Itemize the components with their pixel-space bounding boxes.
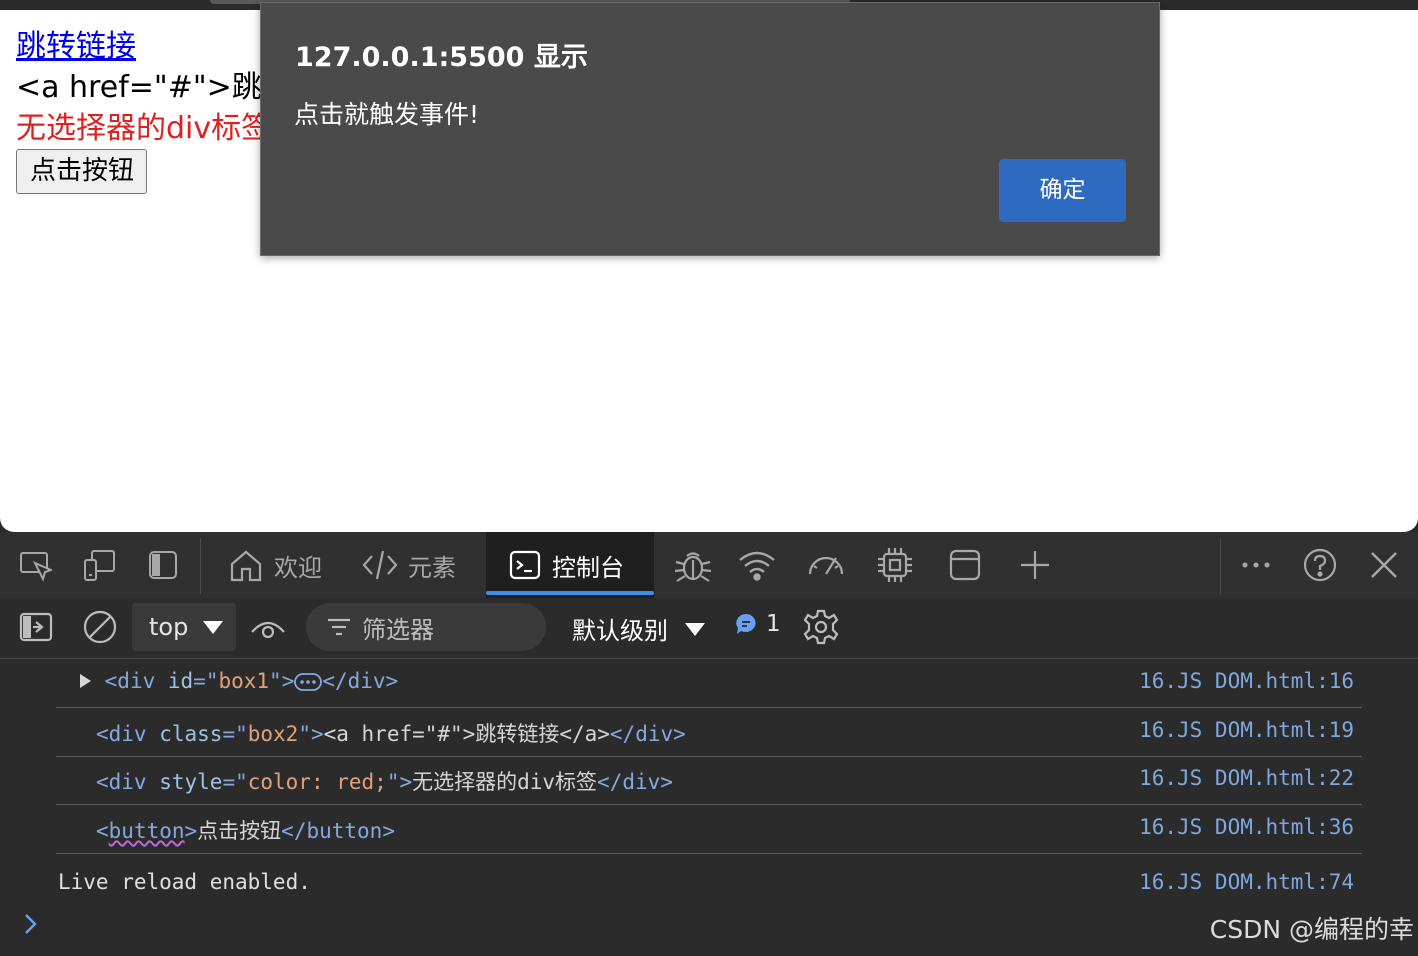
bug-icon[interactable] <box>674 532 712 598</box>
attr-name: id <box>167 669 194 693</box>
source-link[interactable]: 16.JS DOM.html:22 <box>1139 766 1354 790</box>
jump-link[interactable]: 跳转链接 <box>16 26 292 67</box>
click-button[interactable]: 点击按钮 <box>16 149 148 194</box>
expand-triangle-icon[interactable] <box>78 673 92 689</box>
tag-close-bracket: > <box>184 819 198 843</box>
console-row-code: <div style="color: red;">无选择器的div标签</div… <box>96 766 673 796</box>
elements-icon <box>362 550 398 580</box>
tag-open: < <box>96 819 109 843</box>
tag-close-bracket: "> <box>386 770 413 794</box>
attr-value: box1 <box>218 669 270 693</box>
tag-open: <div <box>96 770 160 794</box>
tab-console[interactable]: 控制台 <box>486 532 654 598</box>
home-icon <box>230 550 262 582</box>
console-row[interactable]: <div style="color: red;">无选择器的div标签</div… <box>56 756 1362 805</box>
context-select-value: top <box>149 613 189 641</box>
console-filter-bar: top 筛选器 默认级别 1 <box>0 598 1418 659</box>
attr-eq: =" <box>222 722 248 746</box>
message-bubble-icon <box>736 614 756 634</box>
tag-open: <div <box>96 722 160 746</box>
source-link[interactable]: 16.JS DOM.html:19 <box>1139 718 1354 742</box>
inner-text: 无选择器的div标签 <box>412 770 598 794</box>
console-row-code: <div class="box2"><a href="#">跳转链接</a></… <box>96 718 686 748</box>
chevron-down-icon <box>685 622 705 636</box>
dock-side-icon[interactable] <box>147 532 179 598</box>
tab-elements-label: 元素 <box>408 553 456 582</box>
attr-eq: =" <box>222 770 248 794</box>
attr-value: color: red; <box>247 770 387 794</box>
tag-end: </div> <box>597 770 673 794</box>
log-level-select[interactable]: 默认级别 <box>572 611 706 646</box>
toolbar-separator <box>200 538 201 594</box>
live-reload-message: Live reload enabled. <box>58 870 311 894</box>
console-row-code: <button>点击按钮</button> <box>96 815 395 845</box>
tag-close-bracket: "> <box>298 722 324 746</box>
add-tool-icon[interactable] <box>1018 532 1052 598</box>
alert-dialog: 127.0.0.1:5500 显示 点击就触发事件! 确定 <box>260 2 1160 256</box>
tab-welcome-label: 欢迎 <box>274 553 322 582</box>
filter-placeholder: 筛选器 <box>362 615 434 644</box>
message-count: 1 <box>766 611 781 637</box>
device-emulation-icon[interactable] <box>82 532 116 598</box>
filter-input[interactable]: 筛选器 <box>306 603 546 651</box>
network-icon[interactable] <box>738 532 776 598</box>
toolbar-separator <box>1220 538 1221 594</box>
inner-text: 点击按钮 <box>197 819 282 843</box>
active-tab-indicator <box>486 591 654 595</box>
devtools-toolbar: 欢迎 元素 控制台 <box>0 532 1418 598</box>
clear-console-icon[interactable] <box>82 609 118 645</box>
attr-name: class <box>159 722 223 746</box>
performance-icon[interactable] <box>806 532 846 598</box>
console-row[interactable]: <button>点击按钮</button> 16.JS DOM.html:36 <box>56 805 1362 854</box>
context-select[interactable]: top <box>132 603 236 651</box>
source-link[interactable]: 16.JS DOM.html:74 <box>1139 870 1354 894</box>
live-expression-eye-icon[interactable] <box>250 612 286 642</box>
tag-close-bracket: "> <box>269 669 295 693</box>
tag-name: button <box>108 819 185 843</box>
tag-end: </button> <box>281 819 395 843</box>
dialog-title: 127.0.0.1:5500 显示 <box>295 42 588 73</box>
console-row[interactable]: <div class="box2"><a href="#">跳转链接</a></… <box>56 708 1362 757</box>
page-content: 跳转链接 <a href="#">跳转 无选择器的div标签 点击按钮 <box>16 26 292 194</box>
escaped-html-text: <a href="#">跳转 <box>16 70 292 105</box>
console-output: <div id="box1"> </div> 16.JS DOM.html:16 … <box>0 659 1418 956</box>
watermark: CSDN @编程的幸 <box>1209 915 1414 944</box>
tag-end: </div> <box>609 722 686 746</box>
log-level-value: 默认级别 <box>572 617 668 645</box>
attr-name: style <box>159 770 223 794</box>
memory-icon[interactable] <box>876 532 914 598</box>
chevron-down-icon <box>203 621 224 634</box>
sidebar-toggle-icon[interactable] <box>18 611 54 643</box>
tab-welcome[interactable]: 欢迎 <box>228 532 322 598</box>
source-link[interactable]: 16.JS DOM.html:36 <box>1139 815 1354 839</box>
help-icon[interactable] <box>1302 532 1338 598</box>
source-link[interactable]: 16.JS DOM.html:16 <box>1139 669 1354 693</box>
more-tools-icon[interactable] <box>1240 532 1272 598</box>
console-row[interactable]: <div id="box1"> </div> 16.JS DOM.html:16 <box>56 659 1362 708</box>
close-devtools-icon[interactable] <box>1368 532 1400 598</box>
attr-eq: =" <box>193 669 219 693</box>
console-prompt-chevron-icon[interactable] <box>22 911 40 942</box>
collapsed-children-icon[interactable] <box>294 672 323 692</box>
red-div-text: 无选择器的div标签 <box>16 111 272 146</box>
filter-icon <box>328 618 350 636</box>
tab-elements[interactable]: 元素 <box>362 532 456 598</box>
tab-console-label: 控制台 <box>552 553 624 582</box>
console-row-code: <div id="box1"> </div> <box>78 669 398 693</box>
tag-end: </div> <box>322 669 399 693</box>
dialog-message: 点击就触发事件! <box>294 100 480 129</box>
console-settings-gear-icon[interactable] <box>802 608 840 646</box>
dialog-ok-button[interactable]: 确定 <box>999 159 1126 222</box>
console-icon <box>509 550 541 580</box>
inner-html: <a href="#">跳转链接</a> <box>323 722 610 746</box>
tag-open: <div <box>104 669 168 693</box>
message-count-badge[interactable]: 1 <box>734 611 781 637</box>
application-icon[interactable] <box>948 532 982 598</box>
inspect-icon[interactable] <box>18 532 52 598</box>
devtools-panel: 欢迎 元素 控制台 top 筛选器 默认级别 1 <div id="box1">… <box>0 532 1418 956</box>
attr-value: box2 <box>247 722 299 746</box>
